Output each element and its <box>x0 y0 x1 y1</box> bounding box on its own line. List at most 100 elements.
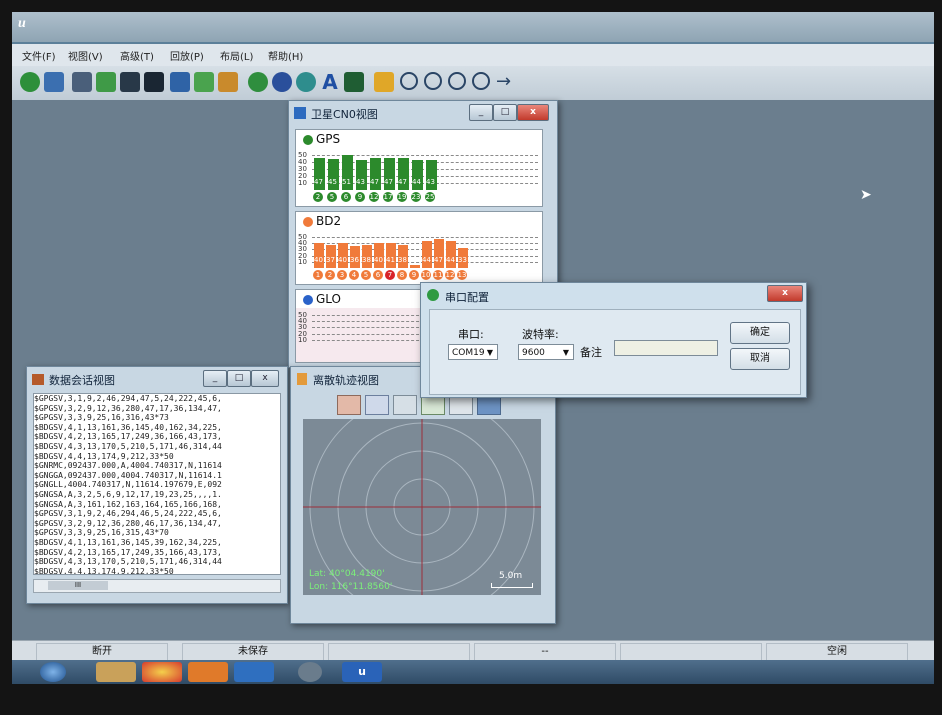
zoom-in-icon[interactable] <box>365 395 389 415</box>
satellite-id-badge: 13 <box>457 270 467 280</box>
hand-icon[interactable] <box>218 72 238 92</box>
settings-icon[interactable] <box>72 72 92 92</box>
menu-file[interactable]: 文件(F) <box>22 48 56 63</box>
note-input[interactable] <box>614 340 718 356</box>
maximize-icon[interactable]: □ <box>493 104 517 121</box>
list-icon[interactable] <box>194 72 214 92</box>
menu-view[interactable]: 视图(V) <box>68 48 103 63</box>
outlook-task-icon[interactable] <box>234 662 274 682</box>
bd2-label: BD2 <box>316 214 342 228</box>
mouse-cursor-icon: ➤ <box>860 187 872 203</box>
satellite-icon[interactable] <box>296 72 316 92</box>
start-button[interactable] <box>40 662 66 682</box>
port-select[interactable]: COM19 ▼ <box>448 344 498 360</box>
menu-advanced[interactable]: 高级(T) <box>120 48 154 63</box>
folder-icon[interactable] <box>374 72 394 92</box>
dialog-title: 串口配置 <box>445 291 489 304</box>
nmea-line: $GPGSV,3,2,9,12,36,280,46,17,36,134,47, <box>34 518 222 528</box>
scale-bar <box>491 583 533 588</box>
globe-icon[interactable] <box>272 72 292 92</box>
gps-panel: GPS 50 40 30 20 10 47 2 45 5 51 6 43 9 47 12 47 17 47 19 44… <box>295 129 543 207</box>
satellite-id-badge: 10 <box>421 270 431 280</box>
cn0-value-label: 37 <box>326 256 335 264</box>
cn0-value-label: 45 <box>328 178 337 186</box>
cn0-value-label: 44 <box>446 256 455 264</box>
nmea-line: $GPGSV,3,2,9,12,36,280,47,17,36,134,47, <box>34 403 222 413</box>
cn0-value-label: 47 <box>370 178 379 186</box>
document-icon[interactable] <box>344 72 364 92</box>
menu-playback[interactable]: 回放(P) <box>170 48 204 63</box>
rewind-icon[interactable] <box>424 72 442 90</box>
grid-icon[interactable] <box>96 72 116 92</box>
explorer-task-icon[interactable] <box>96 662 136 682</box>
nmea-line: $GPGSV,3,3,9,25,16,316,43*73 <box>34 413 169 423</box>
u-center-task-icon[interactable]: u <box>342 662 382 682</box>
record-icon[interactable] <box>248 72 268 92</box>
nmea-line: $GPGSV,3,1,9,2,46,294,47,5,24,222,45,6, <box>34 394 222 403</box>
orbit-window-title: 离散轨迹视图 <box>313 374 379 387</box>
cancel-button[interactable]: 取消 <box>730 348 790 370</box>
close-icon[interactable]: x <box>767 285 803 302</box>
ue-task-icon[interactable] <box>298 662 322 682</box>
nmea-line: $BDGSV,4,2,13,165,17,249,35,166,43,173, <box>34 547 222 557</box>
save-icon[interactable] <box>44 72 64 92</box>
media-task-icon[interactable] <box>188 662 228 682</box>
status-empty-1 <box>328 643 470 661</box>
close-icon[interactable]: x <box>517 104 549 121</box>
arrow-right-icon[interactable]: → <box>496 72 516 92</box>
font-icon[interactable]: A <box>320 72 340 92</box>
satellite-id-badge: 5 <box>327 192 337 202</box>
nmea-text-area[interactable]: $GPGSV,3,1,9,2,46,294,47,5,24,222,45,6, $… <box>33 393 281 575</box>
clear-icon[interactable] <box>449 395 473 415</box>
forward-icon[interactable] <box>472 72 490 90</box>
nmea-line: $BDGSV,4,1,13,161,36,145,39,162,34,225, <box>34 537 222 547</box>
glo-dot-icon <box>303 295 313 305</box>
minimize-icon[interactable]: _ <box>203 370 227 387</box>
baud-select-value: 9600 <box>522 348 545 358</box>
data-window-icon <box>32 374 44 385</box>
terminal-icon[interactable] <box>120 72 140 92</box>
zoom-fit-icon[interactable] <box>393 395 417 415</box>
view-icon[interactable] <box>144 72 164 92</box>
y-tick-label: 10 <box>298 257 307 266</box>
nmea-line: $BDGSV,4,4,13,174,9,212,33*50 <box>34 566 174 575</box>
cn0-value-label: 40 <box>338 256 347 264</box>
menu-help[interactable]: 帮助(H) <box>268 48 303 63</box>
chrome-task-icon[interactable] <box>142 662 182 682</box>
satellite-id-badge: 8 <box>397 270 407 280</box>
play-icon[interactable] <box>400 72 418 90</box>
window-controls: _ □ x <box>469 104 555 121</box>
satellite-id-badge: 5 <box>361 270 371 280</box>
cn0-value-label: 38 <box>398 256 407 264</box>
nmea-line: $GNGLL,4004.740317,N,11614.197679,E,092 <box>34 480 222 490</box>
cn0-value-label: 38 <box>362 256 371 264</box>
zoom-out-icon[interactable] <box>337 395 361 415</box>
horizontal-scrollbar[interactable]: III <box>33 579 281 593</box>
chart-icon[interactable] <box>170 72 190 92</box>
chevron-down-icon: ▼ <box>486 348 493 357</box>
pause-icon[interactable] <box>448 72 466 90</box>
trash-icon[interactable] <box>477 395 501 415</box>
nmea-line: $BDGSV,4,2,13,165,17,249,36,166,43,173, <box>34 432 222 442</box>
baud-select[interactable]: 9600 ▼ <box>518 344 574 360</box>
connect-icon[interactable] <box>20 72 40 92</box>
minimize-icon[interactable]: _ <box>469 104 493 121</box>
port-select-value: COM19 <box>452 348 485 358</box>
menu-layout[interactable]: 布局(L) <box>220 48 253 63</box>
satellite-id-badge: 12 <box>445 270 455 280</box>
close-icon[interactable]: x <box>251 370 279 387</box>
cn0-value-label: 47 <box>434 256 443 264</box>
serial-config-dialog: 串口配置 x 串口: COM19 ▼ 波特率: 9600 ▼ 备注 确定 取消 <box>420 282 807 398</box>
center-icon[interactable] <box>421 395 445 415</box>
taskbar: u <box>12 660 934 684</box>
nmea-line: $BDGSV,4,1,13,161,36,145,40,162,34,225, <box>34 422 222 432</box>
satellite-id-badge: 25 <box>425 192 435 202</box>
status-idle: 空闲 <box>766 643 908 661</box>
restore-icon[interactable]: □ <box>227 370 251 387</box>
cn0-value-label: 47 <box>384 178 393 186</box>
desktop-screen: u 文件(F) 视图(V) 高级(T) 回放(P) 布局(L) 帮助(H) A … <box>12 12 934 684</box>
ok-button[interactable]: 确定 <box>730 322 790 344</box>
cn0-value-label: 44 <box>422 256 431 264</box>
scrollbar-thumb[interactable]: III <box>48 581 108 590</box>
y-tick-label: 10 <box>298 335 307 344</box>
